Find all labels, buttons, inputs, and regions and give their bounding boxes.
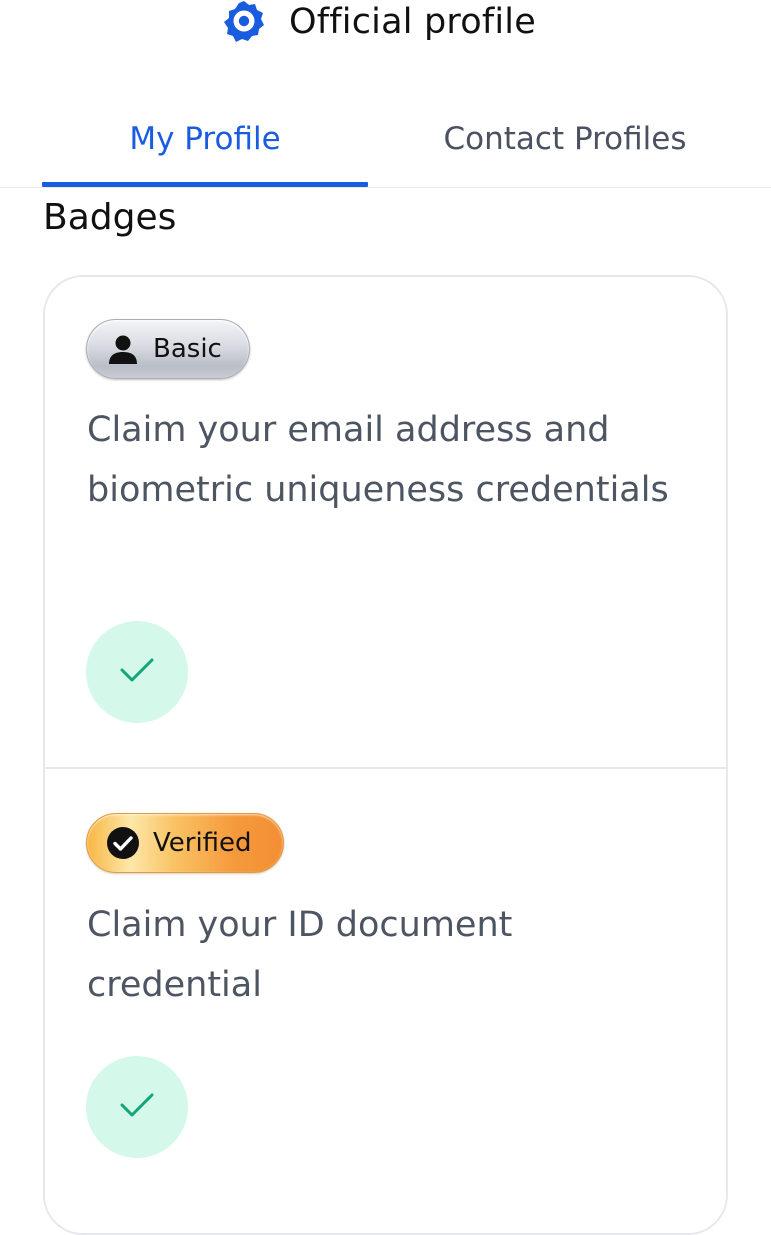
- page-title: Official profile: [289, 2, 536, 42]
- tab-bar: My Profile Contact Profiles: [0, 92, 771, 188]
- check-seal-icon: [105, 825, 141, 861]
- basic-status-indicator: [86, 621, 188, 723]
- card-divider: [45, 767, 726, 769]
- verified-badge-label: Verified: [153, 828, 252, 858]
- active-tab-indicator: [42, 182, 368, 187]
- tab-my-profile[interactable]: My Profile: [42, 92, 368, 186]
- basic-badge-label: Basic: [153, 334, 222, 364]
- verified-badge-description: Claim your ID document credential: [87, 905, 513, 1005]
- checkmark-icon: [119, 1091, 155, 1123]
- basic-badge: Basic: [86, 319, 250, 379]
- verified-badge: Verified: [86, 813, 284, 873]
- tab-contact-profiles[interactable]: Contact Profiles: [400, 92, 730, 186]
- verified-status-indicator: [86, 1056, 188, 1158]
- brand-logo-icon: [220, 0, 268, 46]
- basic-badge-description: Claim your email address and biometric u…: [87, 410, 669, 510]
- person-icon: [105, 331, 141, 367]
- app-header: Official profile: [0, 0, 771, 50]
- section-title-badges: Badges: [43, 197, 177, 238]
- checkmark-icon: [119, 656, 155, 688]
